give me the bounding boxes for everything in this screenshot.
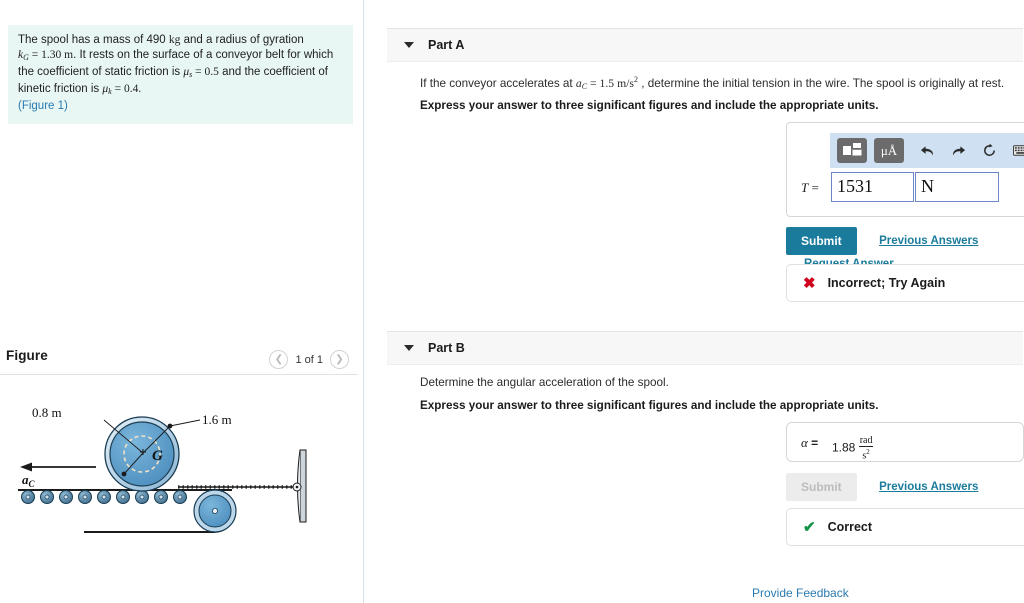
value-mu-s: = 0.5 (192, 66, 219, 78)
equals-sign-a: = (811, 180, 819, 195)
undo-arrow-icon[interactable] (920, 144, 935, 158)
part-a-answer-label: T = (801, 180, 819, 196)
figure-pagination: ❮ 1 of 1 ❯ (269, 350, 349, 369)
part-b-answer-widget[interactable]: α = 1.88 rad s2 (786, 422, 1024, 462)
part-a-answer-widget: μÅ T = 1531 N (786, 122, 1024, 217)
part-b-header[interactable]: Part B (387, 331, 1023, 365)
right-panel: Part A If the conveyor accelerates at aC… (365, 0, 1024, 603)
part-a-question: If the conveyor accelerates at aC = 1.5 … (420, 75, 1004, 91)
caret-down-icon (404, 345, 414, 351)
part-b-submit-button[interactable]: Submit (786, 473, 857, 501)
part-a-instruction: Express your answer to three significant… (420, 99, 879, 112)
part-b-answer-label: α = (801, 435, 818, 451)
problem-text-coeff: and the coefficient of (218, 66, 328, 78)
part-a-math-toolbar: μÅ (830, 133, 1024, 168)
part-a-label: Part A (428, 38, 465, 52)
figure-next-button[interactable]: ❯ (330, 350, 349, 369)
redo-arrow-icon[interactable] (951, 144, 966, 158)
spool-diagram-svg: 0.8 m 1.6 m G aC (18, 405, 307, 533)
value-kg-radius: = 1.30 m (28, 49, 74, 61)
part-b-feedback-text: Correct (827, 520, 873, 534)
conveyor-pulley (193, 489, 237, 533)
part-b-question: Determine the angular acceleration of th… (420, 376, 669, 389)
part-a-previous-answers-link[interactable]: Previous Answers (879, 235, 978, 247)
problem-line-2: kG = 1.30 m. It rests on the surface of … (18, 48, 343, 65)
problem-text-belt: . It rests on the surface of a conveyor … (73, 49, 334, 61)
chevron-left-icon: ❮ (274, 353, 284, 365)
unit-kg: kg (168, 34, 181, 46)
part-a-header[interactable]: Part A (387, 28, 1023, 62)
math-template-icon[interactable] (837, 138, 867, 163)
part-b-answer-units: rad s2 (858, 435, 874, 461)
unit-exponent: 2 (866, 448, 870, 456)
check-mark-icon: ✔ (803, 519, 816, 536)
problem-statement: The spool has a mass of 490 kg and a rad… (8, 25, 353, 124)
conveyor-rollers (21, 490, 187, 504)
units-mu-angstrom-icon[interactable]: μÅ (874, 138, 904, 163)
part-b-answer-value: 1.88 (832, 440, 856, 455)
label-center-G: G (152, 448, 163, 464)
equals-sign-b: = (811, 436, 819, 450)
chevron-right-icon: ❯ (335, 353, 344, 365)
part-a-question-post: , determine the initial tension in the w… (637, 76, 1005, 90)
part-a-feedback: ✖ Incorrect; Try Again (786, 264, 1024, 302)
part-b-previous-answers-link[interactable]: Previous Answers (879, 481, 978, 493)
problem-line-4: kinetic friction is μk = 0.4. (18, 82, 343, 99)
left-panel: The spool has a mass of 490 kg and a rad… (0, 0, 364, 603)
part-a-question-pre: If the conveyor accelerates at (420, 76, 576, 90)
part-b-feedback: ✔ Correct (786, 508, 1024, 546)
part-a-value-input[interactable]: 1531 (831, 172, 914, 202)
keyboard-icon[interactable] (1013, 145, 1024, 156)
label-outer-radius: 1.6 m (202, 412, 232, 427)
label-acceleration: aC (22, 472, 36, 489)
figure-prev-button[interactable]: ❮ (269, 350, 289, 369)
unit-denominator: s2 (859, 447, 874, 461)
unit-numerator: rad (858, 435, 874, 447)
problem-text-gyration: and a radius of gyration (180, 34, 304, 46)
label-inner-radius: 0.8 m (32, 405, 62, 420)
part-b-label: Part B (428, 341, 465, 355)
value-mu-k: = 0.4. (111, 83, 142, 95)
reset-circle-icon[interactable] (982, 143, 997, 158)
x-mark-icon: ✖ (803, 275, 816, 292)
problem-line-3: the coefficient of static friction is μs… (18, 65, 343, 82)
figure-1-link[interactable]: (Figure 1) (18, 99, 343, 114)
problem-text-kinetic: kinetic friction is (18, 83, 103, 95)
figure-section-title: Figure (6, 348, 48, 363)
symbol-T: T (801, 180, 809, 195)
problem-line-1: The spool has a mass of 490 kg and a rad… (18, 33, 343, 48)
acceleration-arrow (20, 462, 96, 472)
part-a-submit-button[interactable]: Submit (786, 227, 857, 255)
figure-image[interactable]: 0.8 m 1.6 m G aC (0, 382, 364, 582)
figure-counter: 1 of 1 (295, 353, 323, 366)
wall-support (292, 449, 307, 523)
part-a-feedback-text: Incorrect; Try Again (827, 276, 946, 290)
page-root: The spool has a mass of 490 kg and a rad… (0, 0, 1024, 603)
part-b-instruction: Express your answer to three significant… (420, 399, 879, 412)
symbol-alpha: α (801, 435, 808, 450)
problem-text-mass: The spool has a mass of 490 (18, 34, 169, 46)
caret-down-icon (404, 42, 414, 48)
part-a-units-input[interactable]: N (915, 172, 999, 202)
part-b-answer-value-group: 1.88 rad s2 (832, 435, 874, 461)
figure-divider (0, 374, 358, 375)
value-acceleration: = 1.5 m/s (587, 76, 634, 90)
problem-text-static: the coefficient of static friction is (18, 66, 184, 78)
provide-feedback-link[interactable]: Provide Feedback (752, 586, 849, 600)
part-b-button-row: Submit Previous Answers (786, 473, 978, 501)
